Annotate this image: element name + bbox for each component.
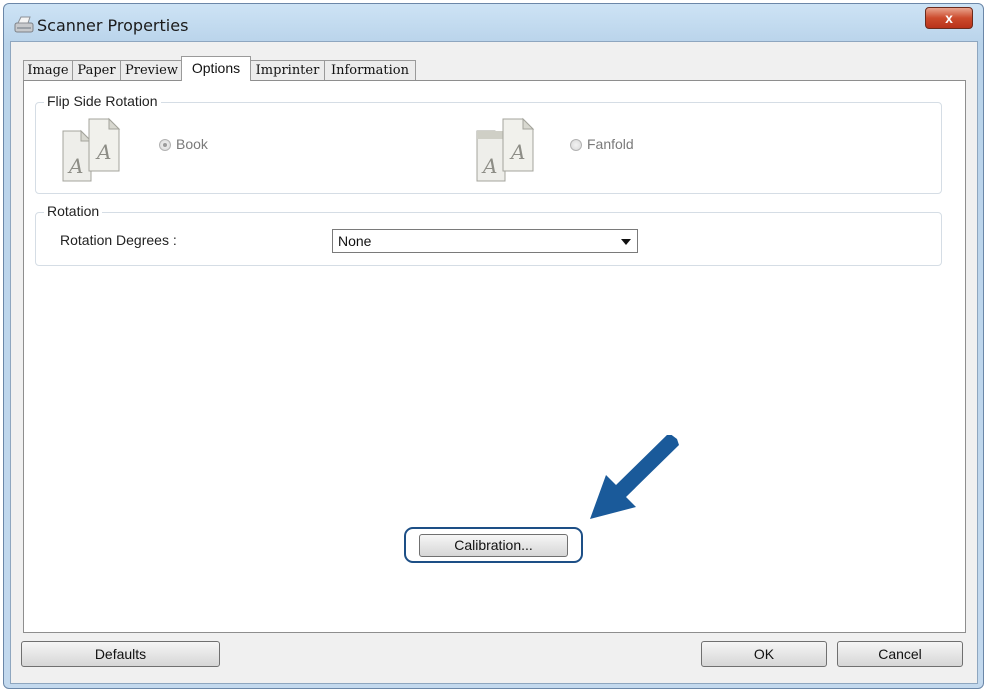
ok-button[interactable]: OK [701, 641, 827, 667]
tab-paper[interactable]: Paper [72, 60, 121, 80]
calibration-button[interactable]: Calibration... [419, 534, 568, 557]
book-radio[interactable] [159, 139, 171, 151]
options-panel: Flip Side Rotation A A Book A A Fanfold … [23, 80, 966, 633]
title-bar[interactable]: Scanner Properties x [4, 4, 983, 42]
book-pages-icon: A A [62, 117, 121, 182]
flip-side-rotation-title: Flip Side Rotation [44, 93, 161, 109]
svg-text:A: A [481, 154, 497, 178]
pointer-arrow-icon [590, 435, 679, 519]
close-button[interactable]: x [925, 7, 973, 29]
fanfold-pages-icon: A A [476, 117, 535, 182]
flip-side-rotation-group: Flip Side Rotation A A Book A A Fanfold [35, 93, 942, 194]
svg-text:A: A [67, 154, 83, 178]
window-title: Scanner Properties [37, 16, 189, 35]
cancel-button[interactable]: Cancel [837, 641, 963, 667]
tab-preview[interactable]: Preview [120, 60, 183, 80]
rotation-degrees-label: Rotation Degrees : [60, 232, 177, 248]
tab-imprinter[interactable]: Imprinter [250, 60, 325, 80]
fanfold-label: Fanfold [587, 136, 634, 152]
scanner-icon [14, 16, 34, 33]
svg-text:A: A [95, 140, 111, 164]
tab-information[interactable]: Information [324, 60, 416, 80]
scanner-properties-window: Scanner Properties x Image Paper Preview… [3, 3, 984, 689]
defaults-button[interactable]: Defaults [21, 641, 220, 667]
rotation-title: Rotation [44, 203, 103, 219]
tab-options[interactable]: Options [181, 56, 251, 81]
tab-image[interactable]: Image [23, 60, 73, 80]
rotation-group: Rotation Rotation Degrees : None [35, 203, 942, 266]
close-icon: x [945, 10, 953, 26]
rotation-degrees-value: None [338, 233, 372, 249]
chevron-down-icon [621, 239, 631, 245]
svg-text:A: A [509, 140, 525, 164]
rotation-degrees-select[interactable]: None [332, 229, 638, 253]
book-label: Book [176, 136, 208, 152]
dialog-client-area: Image Paper Preview Options Imprinter In… [10, 41, 978, 684]
fanfold-radio[interactable] [570, 139, 582, 151]
